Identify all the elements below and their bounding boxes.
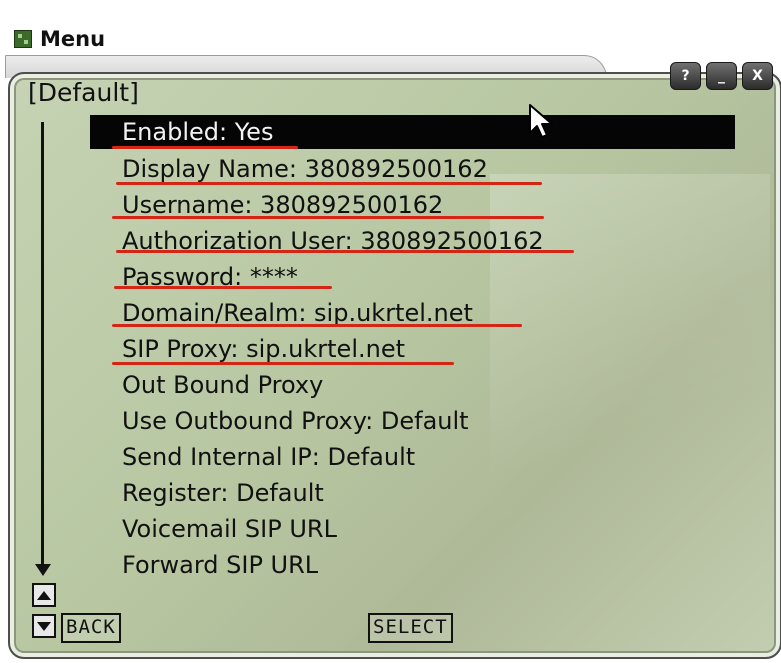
- annotation-underline: [116, 250, 574, 253]
- menu-item-label: Send Internal IP: Default: [122, 443, 416, 471]
- help-icon: ?: [681, 68, 690, 84]
- close-icon: X: [752, 68, 763, 84]
- menu-item-enabled[interactable]: Enabled: Yes: [90, 115, 735, 149]
- close-button[interactable]: X: [742, 62, 773, 90]
- menu-item-label: SIP Proxy: sip.ukrtel.net: [122, 335, 405, 363]
- menu-item-register[interactable]: Register: Default: [90, 475, 735, 511]
- scroll-down-icon: [37, 621, 51, 631]
- menu-item-label: Display Name: 380892500162: [122, 155, 488, 183]
- menu-item-authorization-user[interactable]: Authorization User: 380892500162: [90, 223, 735, 259]
- scroll-indicator-line: [41, 122, 44, 570]
- menu-item-out-bound-proxy[interactable]: Out Bound Proxy: [90, 367, 735, 403]
- annotation-underline: [116, 182, 542, 185]
- annotation-underline: [112, 324, 522, 327]
- menu-item-label: Out Bound Proxy: [122, 371, 324, 399]
- menu-item-label: Domain/Realm: sip.ukrtel.net: [122, 299, 473, 327]
- select-button[interactable]: SELECT: [368, 613, 453, 643]
- annotation-underline: [112, 146, 298, 149]
- scroll-up-icon: [37, 590, 51, 600]
- minimize-icon: _: [718, 68, 725, 84]
- menu-item-label: Enabled: Yes: [122, 118, 274, 146]
- menu-item-forward-sip-url[interactable]: Forward SIP URL: [90, 547, 735, 583]
- section-title: [Default]: [28, 78, 139, 107]
- window-title: Menu: [40, 27, 106, 51]
- scroll-indicator-arrow-icon: [35, 564, 51, 576]
- menu-item-label: Voicemail SIP URL: [122, 515, 337, 543]
- menu-item-label: Username: 380892500162: [122, 191, 444, 219]
- mouse-pointer-icon: [529, 104, 553, 138]
- menu-list: Enabled: Yes Display Name: 380892500162 …: [90, 115, 735, 583]
- app-icon: [14, 30, 32, 48]
- menu-item-label: Use Outbound Proxy: Default: [122, 407, 469, 435]
- help-button[interactable]: ?: [670, 62, 701, 90]
- scroll-up-button[interactable]: [32, 583, 56, 607]
- menu-item-label: Register: Default: [122, 479, 324, 507]
- back-button[interactable]: BACK: [61, 613, 121, 643]
- menu-item-password[interactable]: Password: ****: [90, 259, 735, 295]
- app-title-bar: Menu: [14, 26, 105, 52]
- minimize-button[interactable]: _: [706, 62, 737, 90]
- window-controls: ? _ X: [670, 62, 773, 90]
- annotation-underline: [112, 216, 544, 219]
- menu-item-use-outbound-proxy[interactable]: Use Outbound Proxy: Default: [90, 403, 735, 439]
- menu-item-voicemail-sip-url[interactable]: Voicemail SIP URL: [90, 511, 735, 547]
- menu-item-send-internal-ip[interactable]: Send Internal IP: Default: [90, 439, 735, 475]
- annotation-underline: [114, 286, 332, 289]
- annotation-underline: [112, 362, 454, 365]
- scroll-down-button[interactable]: [32, 614, 56, 638]
- menu-item-label: Forward SIP URL: [122, 551, 319, 579]
